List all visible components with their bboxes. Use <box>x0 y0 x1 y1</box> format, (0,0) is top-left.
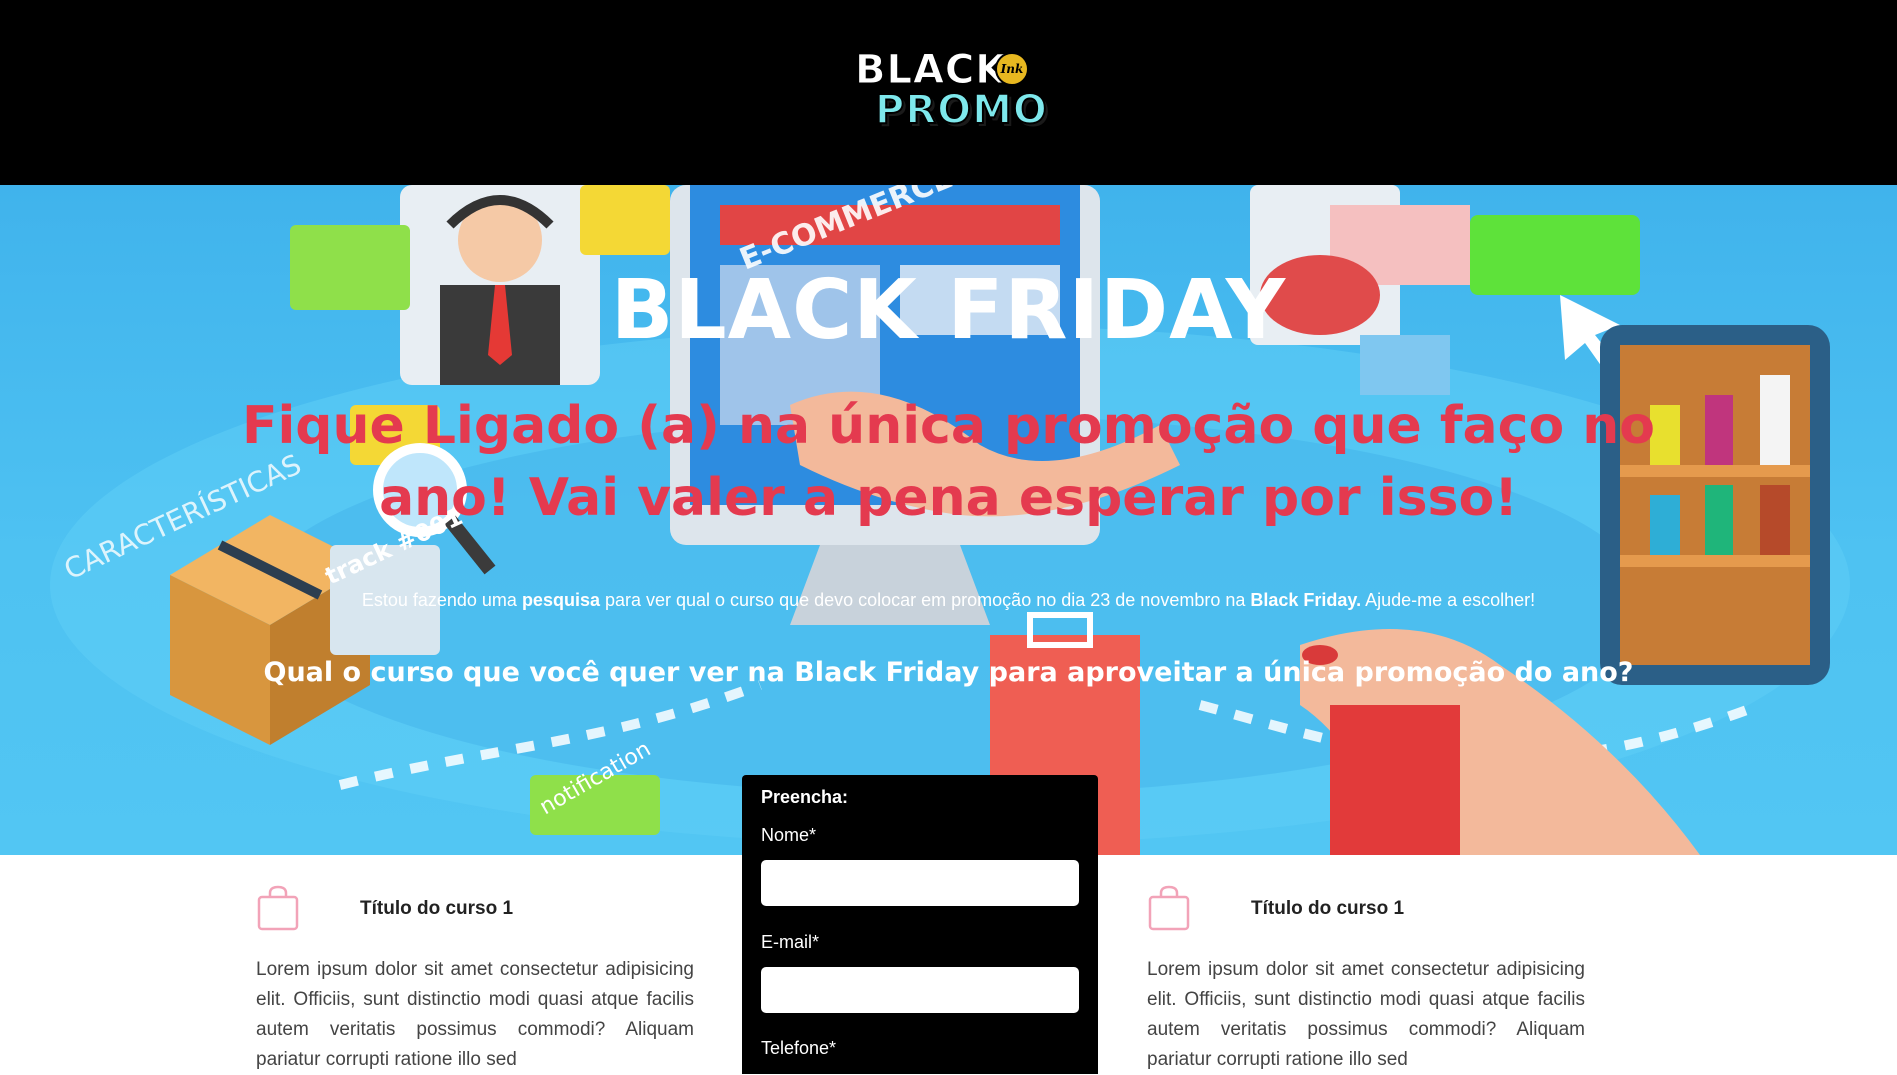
brand-logo[interactable]: BLACK Ink PROMO <box>854 47 1047 138</box>
hero-text-bold: Black Friday. <box>1250 590 1362 610</box>
email-field[interactable] <box>761 967 1079 1013</box>
logo-badge: Ink <box>995 52 1029 86</box>
hero-text-part: para ver qual o curso que devo colocar e… <box>599 590 1251 610</box>
hero-description: Estou fazendo uma pesquisa para ver qual… <box>0 590 1897 611</box>
name-field[interactable] <box>761 860 1079 906</box>
name-label: Nome* <box>761 825 817 845</box>
hero-title: BLACK FRIDAY <box>610 263 1287 358</box>
shopping-bag-icon <box>257 885 299 931</box>
hero-text-part: Ajude-me a escolher! <box>1361 590 1536 610</box>
shopping-bag-icon <box>1148 885 1190 931</box>
hero-banner: E-COMMERCE CARACTERÍSTICAS track #001 no… <box>0 185 1897 855</box>
course-description: Lorem ipsum dolor sit amet consectetur a… <box>1147 959 1585 1070</box>
form-heading: Preencha: <box>761 787 849 807</box>
logo-line-black: BLACK <box>854 47 1008 93</box>
top-bar: BLACK Ink PROMO <box>0 0 1897 185</box>
hero-text-part: Estou fazendo uma <box>361 590 522 610</box>
hero-text-bold: pesquisa <box>521 590 600 610</box>
signup-form: Preencha: Nome* E-mail* Telefone* <box>742 775 1098 1074</box>
email-label: E-mail* <box>761 932 820 952</box>
phone-label: Telefone* <box>761 1038 837 1058</box>
hero-subtitle: Fique Ligado (a) na única promoção que f… <box>241 396 1656 528</box>
hero-question: Qual o curso que você quer ver na Black … <box>263 657 1634 688</box>
course-title: Título do curso 1 <box>1251 898 1405 919</box>
course-title: Título do curso 1 <box>360 898 514 919</box>
course-description: Lorem ipsum dolor sit amet consectetur a… <box>256 959 694 1070</box>
logo-line-promo: PROMO <box>874 87 1048 133</box>
